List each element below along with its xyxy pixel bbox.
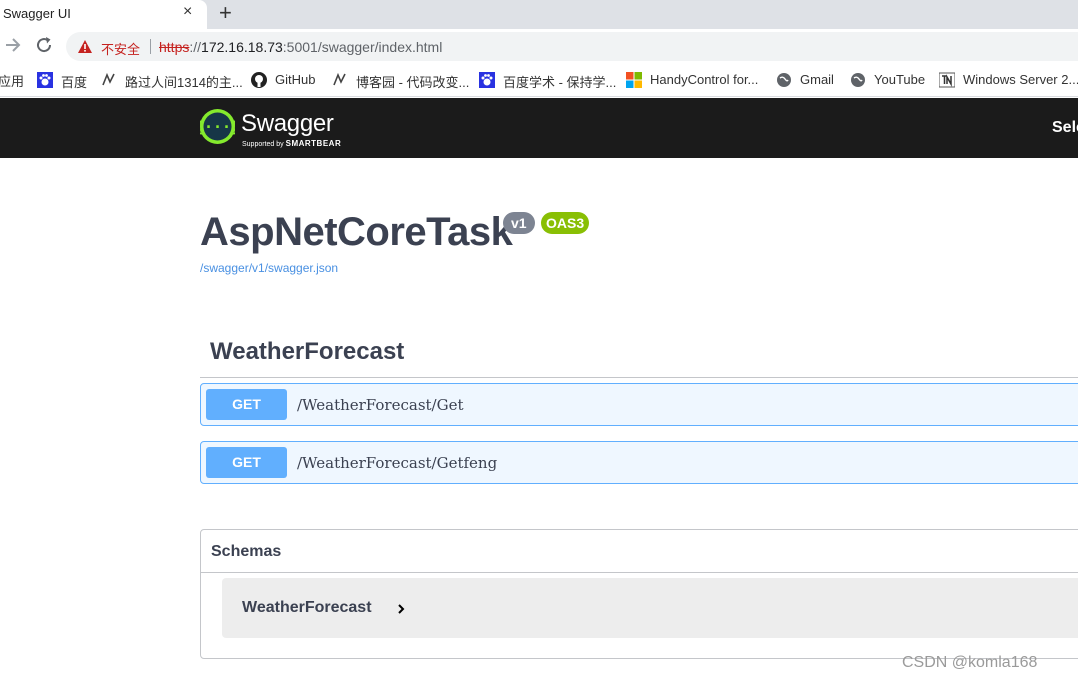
blog-icon [102, 72, 115, 86]
api-title: AspNetCoreTask [200, 210, 513, 254]
model-weatherforecast[interactable]: WeatherForecast [222, 578, 1078, 638]
github-icon [251, 72, 267, 88]
bookmark-label: Windows Server 2... [963, 72, 1078, 87]
operation-get-weatherforecast-getfeng[interactable]: GET /WeatherForecast/Getfeng [200, 441, 1078, 484]
bookmark-label: 百度学术 - 保持学... [503, 75, 617, 90]
operation-path[interactable]: /WeatherForecast/Get [297, 396, 463, 414]
tab-strip: Swagger UI × + [0, 0, 1078, 29]
bookmark-label: Gmail [800, 72, 834, 87]
chevron-right-icon[interactable] [396, 603, 406, 615]
reload-icon[interactable] [35, 36, 53, 54]
address-bar[interactable]: 不安全 https://172.16.18.73:5001/swagger/in… [66, 32, 1078, 61]
get-method-badge[interactable]: GET [206, 389, 287, 420]
bookmark-label: YouTube [874, 72, 926, 87]
bookmark-label: 应用 [0, 74, 25, 89]
model-name[interactable]: WeatherForecast [242, 599, 372, 617]
url-scheme: https [159, 39, 190, 55]
browser-toolbar: 不安全 https://172.16.18.73:5001/swagger/in… [0, 29, 1078, 64]
tab-close-icon[interactable]: × [183, 3, 192, 21]
baidu-icon [37, 72, 53, 88]
swagger-supported-by: Supported by SMARTBEAR [242, 139, 341, 148]
url-text[interactable]: https://172.16.18.73:5001/swagger/index.… [159, 39, 442, 55]
warning-icon[interactable] [78, 40, 92, 53]
swagger-logo-icon[interactable]: {···} [200, 109, 235, 144]
blog-icon [333, 72, 346, 86]
bookmark-label: HandyControl for... [650, 72, 759, 87]
csdn-watermark: CSDN @komla168 [902, 654, 1038, 671]
operation-get-weatherforecast-get[interactable]: GET /WeatherForecast/Get [200, 383, 1078, 426]
url-scheme-separator: :// [189, 39, 202, 55]
svg-text:{···}: {···} [200, 118, 235, 136]
schemas-title[interactable]: Schemas [211, 543, 281, 561]
bookmark-apps[interactable]: 应用 [0, 71, 24, 89]
url-path: :5001/swagger/index.html [282, 39, 443, 55]
smartbear-text: SMARTBEAR [285, 139, 342, 148]
schemas-section: Schemas WeatherForecast [200, 529, 1078, 659]
select-definition-label: Sele [1052, 119, 1078, 136]
tab-title: Swagger UI [3, 6, 71, 21]
schemas-divider [201, 572, 1078, 573]
tag-title[interactable]: WeatherForecast [210, 338, 404, 366]
swagger-brand[interactable]: Swagger [241, 110, 334, 138]
globe-icon [777, 73, 791, 87]
bookmark-label: GitHub [275, 72, 316, 87]
oas-badge: OAS3 [541, 212, 590, 234]
get-method-badge[interactable]: GET [206, 447, 287, 478]
swagger-topbar: {···} Swagger Supported by SMARTBEAR Sel… [0, 98, 1078, 158]
tn-icon [939, 72, 955, 88]
tag-divider [200, 377, 1078, 378]
new-tab-icon[interactable]: + [219, 1, 232, 25]
bookmarks-bar: 应用 百度 路过人间1314的主... GitHub 博客园 - 代码改变... [0, 64, 1078, 97]
globe-icon [851, 73, 865, 87]
swagger-json-link[interactable]: /swagger/v1/swagger.json [200, 261, 338, 275]
url-host: 172.16.18.73 [201, 39, 283, 55]
baidu-icon [479, 72, 495, 88]
windows-icon [626, 72, 642, 88]
forward-arrow-icon[interactable] [4, 35, 22, 55]
omnibox-divider [150, 39, 151, 54]
bookmark-label: 博客园 - 代码改变... [356, 75, 470, 90]
bookmark-label: 百度 [61, 75, 88, 90]
version-badge: v1 [503, 212, 535, 234]
operation-path[interactable]: /WeatherForecast/Getfeng [297, 454, 497, 472]
bookmark-label: 路过人间1314的主... [125, 75, 243, 90]
supported-by-text: Supported by [242, 141, 284, 148]
not-secure-label[interactable]: 不安全 [101, 39, 140, 58]
browser-tab[interactable]: Swagger UI × [0, 0, 207, 29]
